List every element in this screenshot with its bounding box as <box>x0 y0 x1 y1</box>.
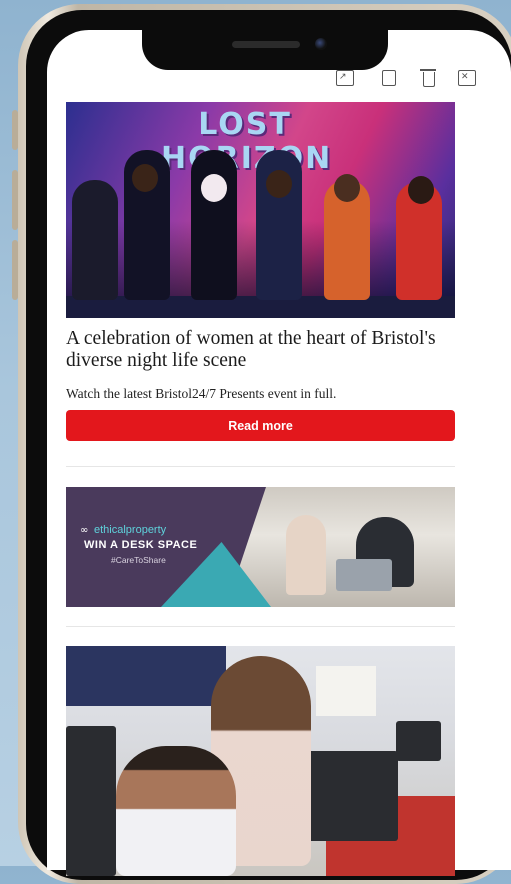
read-more-button[interactable]: Read more <box>66 410 455 441</box>
image-icon[interactable]: ↗ <box>336 70 354 86</box>
article-headline[interactable]: A celebration of women at the heart of B… <box>66 328 455 372</box>
front-camera <box>315 38 327 50</box>
ad-person <box>286 515 326 595</box>
monitor <box>396 721 441 761</box>
ad-promo: WIN A DESK SPACE <box>84 539 198 551</box>
monitor <box>66 726 116 876</box>
hero-image[interactable]: LOST HORIZON <box>66 102 455 318</box>
panelist-head <box>201 174 227 202</box>
office-window <box>316 666 376 716</box>
panelist-head <box>408 176 434 204</box>
phone-side-button <box>12 170 18 230</box>
phone-side-button <box>12 240 18 300</box>
laptop <box>336 559 392 591</box>
section-divider <box>66 466 455 467</box>
panelist <box>191 150 237 300</box>
phone-side-button <box>12 110 18 150</box>
article-image[interactable] <box>66 646 455 876</box>
article-subline: Watch the latest Bristol24/7 Presents ev… <box>66 386 337 401</box>
panelist-head <box>334 174 360 202</box>
trash-icon[interactable] <box>420 69 436 87</box>
close-box-icon[interactable]: ✕ <box>458 70 476 86</box>
phone-notch <box>142 30 388 70</box>
archive-icon[interactable] <box>382 70 396 86</box>
panelist <box>72 180 118 300</box>
panelist-head <box>266 170 292 198</box>
ethicalproperty-logo-icon: ∞ <box>80 525 89 536</box>
section-divider <box>66 626 455 627</box>
office-wall <box>66 646 226 706</box>
mural-text: LOST HORIZON <box>161 107 333 176</box>
ad-hashtag: #CareToShare <box>111 555 166 565</box>
panelist-head <box>132 164 158 192</box>
office-person <box>116 746 236 876</box>
speaker-grille <box>232 41 300 48</box>
ad-banner[interactable]: ∞ ethicalproperty WIN A DESK SPACE #Care… <box>66 487 455 607</box>
ad-photo <box>236 487 455 607</box>
monitor <box>298 751 398 841</box>
ad-brand: ethicalproperty <box>94 524 167 536</box>
